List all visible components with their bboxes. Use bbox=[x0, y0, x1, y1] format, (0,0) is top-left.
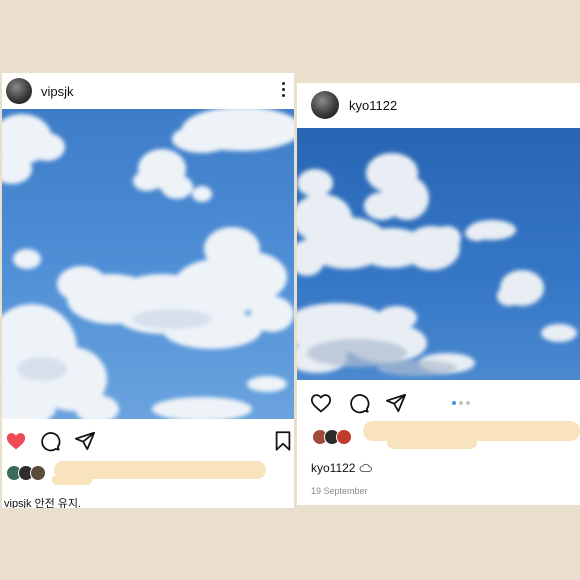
comment-icon[interactable] bbox=[39, 430, 61, 452]
liker-avatars[interactable] bbox=[6, 465, 46, 481]
caption: vipsjk 안전 유지. bbox=[4, 495, 81, 508]
username[interactable]: kyo1122 bbox=[349, 98, 397, 113]
redaction-scribble bbox=[52, 475, 92, 485]
action-bar bbox=[2, 430, 294, 454]
liker-avatars[interactable] bbox=[312, 429, 352, 445]
caption-username[interactable]: vipsjk bbox=[4, 498, 32, 508]
bookmark-icon[interactable] bbox=[272, 430, 294, 452]
post-card-right: kyo1122 kyo1122 19 September bbox=[297, 83, 580, 505]
more-icon[interactable] bbox=[280, 79, 286, 101]
comment-icon[interactable] bbox=[348, 392, 370, 414]
owner-username[interactable]: kyo1122 bbox=[311, 461, 355, 475]
post-photo-sky[interactable] bbox=[2, 109, 294, 419]
post-header: kyo1122 bbox=[297, 83, 580, 127]
post-photo-sky[interactable] bbox=[297, 128, 580, 380]
post-date: 19 September bbox=[311, 486, 368, 496]
cloud-icon bbox=[360, 463, 373, 472]
carousel-dot bbox=[459, 401, 463, 405]
liked-by-row bbox=[2, 461, 294, 485]
carousel-indicator bbox=[452, 401, 470, 405]
post-owner-line: kyo1122 bbox=[311, 461, 373, 475]
avatar[interactable] bbox=[6, 78, 32, 104]
post-card-left: vipsjk vipsjk 안전 유지. bbox=[2, 73, 294, 508]
carousel-dot bbox=[466, 401, 470, 405]
heart-icon[interactable] bbox=[310, 392, 332, 414]
share-icon[interactable] bbox=[385, 392, 407, 414]
post-header: vipsjk bbox=[2, 73, 294, 109]
carousel-dot bbox=[452, 401, 456, 405]
liked-by-row bbox=[297, 421, 580, 449]
action-bar bbox=[297, 392, 580, 416]
avatar[interactable] bbox=[311, 91, 339, 119]
heart-icon[interactable] bbox=[5, 430, 27, 452]
caption-text: 안전 유지. bbox=[34, 498, 82, 508]
username[interactable]: vipsjk bbox=[41, 84, 74, 99]
share-icon[interactable] bbox=[74, 430, 96, 452]
redaction-scribble bbox=[387, 435, 477, 449]
